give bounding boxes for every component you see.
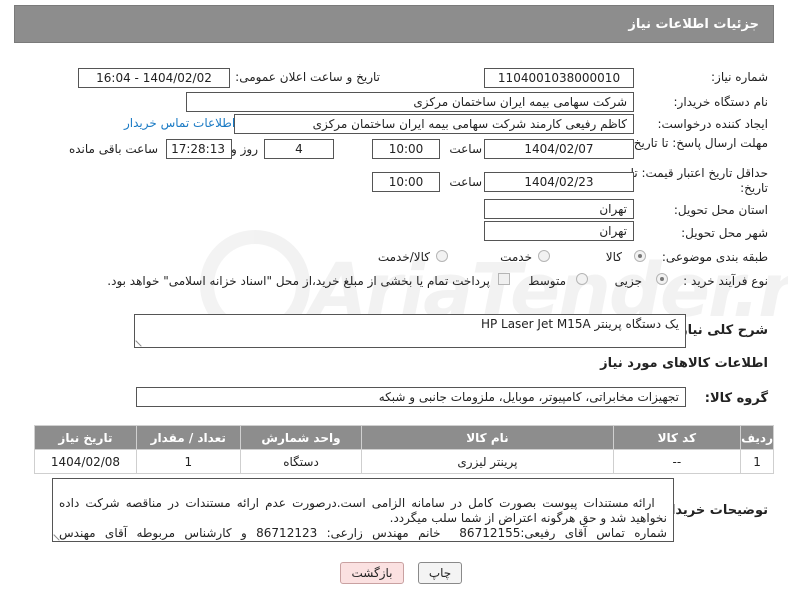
province-label: استان محل تحویل:	[673, 203, 768, 217]
description-text: یک دستگاه پرینتر HP Laser Jet M15A	[480, 317, 679, 331]
col-name-header: نام کالا	[361, 425, 614, 450]
items-table: ردیف کد کالا نام کالا واحد شمارش تعداد /…	[34, 425, 774, 474]
buyer-org-field[interactable]: شرکت سهامی بیمه ایران ساختمان مرکزی	[186, 92, 634, 112]
city-field[interactable]: تهران	[484, 221, 634, 241]
process-minor-label: جزیی	[614, 274, 642, 288]
category-label: طبقه بندی موضوعی:	[661, 250, 768, 264]
goods-info-title: اطلاعات کالاهای مورد نیاز	[600, 356, 768, 371]
days-field[interactable]: 4	[264, 139, 334, 159]
category-goods-radio[interactable]	[634, 250, 646, 262]
reply-time-label: ساعت	[449, 142, 482, 156]
city-label: شهر محل تحویل:	[681, 226, 768, 240]
category-service-radio[interactable]	[538, 250, 550, 262]
days-label: روز و	[231, 142, 258, 156]
description-field[interactable]: یک دستگاه پرینتر HP Laser Jet M15A	[134, 314, 686, 348]
category-both-radio[interactable]	[436, 250, 448, 262]
need-number-field[interactable]: 1104001038000010	[484, 68, 634, 88]
description-label: شرح کلی نیاز:	[674, 323, 768, 338]
buyer-contact-link[interactable]: اطلاعات تماس خریدار	[124, 116, 235, 130]
treasury-payment-checkbox[interactable]	[498, 273, 510, 285]
payment-note: پرداخت تمام یا بخشی از مبلغ خرید،از محل …	[107, 274, 490, 288]
min-validity-label: حداقل تاریخ اعتبار قیمت: تا تاریخ:	[630, 166, 768, 195]
cell-qty: 1	[135, 449, 241, 474]
process-medium-radio[interactable]	[576, 273, 588, 285]
category-goods-label: کالا	[605, 250, 622, 264]
buyer-notes-field[interactable]: ارائه مستندات پیوست بصورت کامل در سامانه…	[52, 478, 674, 542]
validity-time-field[interactable]: 10:00	[372, 172, 440, 192]
announce-field[interactable]: 1404/02/02 - 16:04	[78, 68, 230, 88]
cell-row: 1	[740, 449, 774, 474]
announce-label: تاریخ و ساعت اعلان عمومی:	[235, 70, 380, 84]
need-number-label: شماره نیاز:	[711, 70, 768, 84]
category-both-label: کالا/خدمت	[377, 250, 430, 264]
cell-code: --	[612, 449, 742, 474]
table-header-row: ردیف کد کالا نام کالا واحد شمارش تعداد /…	[34, 425, 774, 450]
goods-group-label: گروه کالا:	[704, 391, 768, 406]
reply-time-field[interactable]: 10:00	[372, 139, 440, 159]
creator-label: ایجاد کننده درخواست:	[657, 117, 768, 131]
reply-date-field[interactable]: 1404/02/07	[484, 139, 634, 159]
buyer-org-label: نام دستگاه خریدار:	[673, 95, 769, 109]
table-row[interactable]: 1 -- پرینتر لیزری دستگاه 1 1404/02/08	[34, 449, 774, 474]
reply-deadline-label: مهلت ارسال پاسخ: تا تاریخ:	[629, 136, 768, 150]
page-title: جزئیات اطلاعات نیاز	[628, 17, 759, 32]
resize-grip-icon[interactable]	[135, 335, 147, 347]
creator-field[interactable]: کاظم رفیعی کارمند شرکت سهامی بیمه ایران …	[234, 114, 634, 134]
col-qty-header: تعداد / مقدار	[135, 425, 241, 450]
back-button[interactable]: بازگشت	[340, 562, 404, 584]
cell-name: پرینتر لیزری	[361, 449, 614, 474]
print-button[interactable]: چاپ	[418, 562, 462, 584]
process-label: نوع فرآیند خرید :	[683, 274, 768, 288]
col-code-header: کد کالا	[612, 425, 742, 450]
col-row-header: ردیف	[740, 425, 774, 450]
province-field[interactable]: تهران	[484, 199, 634, 219]
validity-time-label: ساعت	[449, 175, 482, 189]
page-header: جزئیات اطلاعات نیاز	[14, 5, 774, 43]
process-minor-radio[interactable]	[656, 273, 668, 285]
category-service-label: خدمت	[500, 250, 532, 264]
col-unit-header: واحد شمارش	[239, 425, 363, 450]
col-date-header: تاریخ نیاز	[34, 425, 137, 450]
validity-date-field[interactable]: 1404/02/23	[484, 172, 634, 192]
cell-date: 1404/02/08	[34, 449, 137, 474]
buyer-notes-label: توضیحات خریدار:	[658, 503, 768, 518]
process-medium-label: متوسط	[528, 274, 566, 288]
cell-unit: دستگاه	[239, 449, 363, 474]
remaining-label: ساعت باقی مانده	[68, 142, 158, 156]
goods-group-field[interactable]: تجهیزات مخابراتی، کامپیوتر، موبایل، ملزو…	[136, 387, 686, 407]
buyer-notes-text: ارائه مستندات پیوست بصورت کامل در سامانه…	[59, 496, 667, 540]
remaining-time-field[interactable]: 17:28:13	[166, 139, 232, 159]
